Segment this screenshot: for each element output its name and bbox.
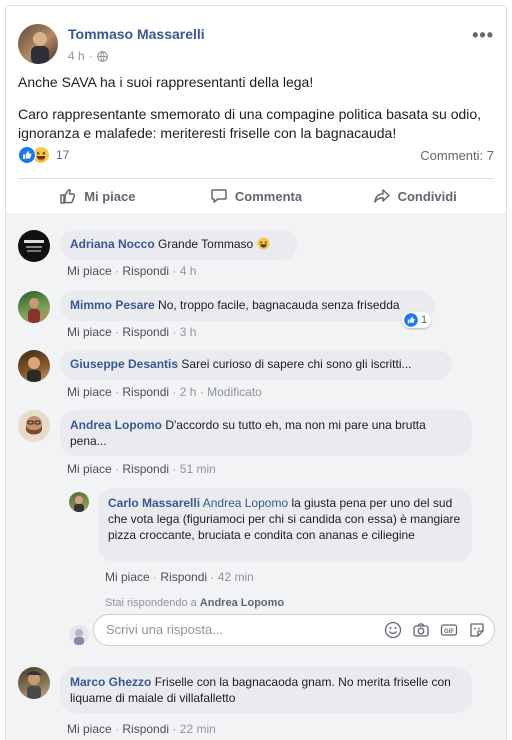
reply-bubble: Carlo Massarelli Andrea Lopomo la giusta…	[98, 488, 472, 562]
comment-meta: Mi piace · Rispondi · 2 h · Modificato	[67, 385, 262, 399]
comment-meta: Mi piace · Rispondi · 51 min	[67, 462, 216, 476]
post-text-line1: Anche SAVA ha i suoi rappresentanti dell…	[18, 74, 314, 90]
input-toolbar: GIF	[384, 621, 486, 639]
commenter-avatar[interactable]	[18, 230, 50, 262]
person-icon	[28, 298, 40, 323]
comments-section: Adriana Nocco Grande Tommaso Mi piace · …	[6, 213, 506, 740]
commenter-name[interactable]: Adriana Nocco	[70, 237, 155, 251]
comment-bubble: Mimmo Pesare No, troppo facile, bagnacau…	[60, 291, 435, 321]
comment-like-link[interactable]: Mi piace	[67, 462, 112, 476]
like-reaction-icon	[18, 146, 36, 164]
reply-reply-link[interactable]: Rispondi	[160, 570, 207, 584]
reply-like-link[interactable]: Mi piace	[105, 570, 150, 584]
comment-meta: Mi piace · Rispondi · 22 min	[67, 722, 216, 736]
comment-meta: Mi piace · Rispondi · 3 h	[67, 325, 197, 339]
comment-reply-link[interactable]: Rispondi	[122, 385, 169, 399]
comment-like-count: 1	[421, 314, 428, 326]
author-avatar[interactable]	[18, 24, 58, 64]
gif-icon[interactable]: GIF	[440, 621, 458, 639]
comment-meta: Mi piace · Rispondi · 4 h	[67, 264, 197, 278]
reaction-count: 17	[56, 148, 70, 162]
sticker-icon[interactable]	[468, 621, 486, 639]
comment-like-link[interactable]: Mi piace	[67, 264, 112, 278]
comment-time[interactable]: 51 min	[180, 462, 216, 476]
reply-time[interactable]: 42 min	[218, 570, 254, 584]
comment-time[interactable]: 4 h	[180, 264, 197, 278]
replying-to-notice: Stai rispondendo a Andrea Lopomo	[105, 597, 285, 609]
post-author[interactable]: Tommaso Massarelli	[68, 26, 205, 42]
replier-name[interactable]: Carlo Massarelli	[108, 496, 200, 510]
commenter-name[interactable]: Marco Ghezzo	[70, 675, 151, 689]
comment-time[interactable]: 3 h	[180, 325, 197, 339]
emoji-icon[interactable]	[384, 621, 402, 639]
reply-input-box[interactable]: GIF	[93, 614, 495, 646]
commenter-avatar[interactable]	[18, 667, 50, 699]
comment-icon	[211, 189, 227, 203]
camera-icon[interactable]	[412, 621, 430, 639]
comment-reaction-badge[interactable]: 1	[402, 312, 432, 328]
comment-bubble: Adriana Nocco Grande Tommaso	[60, 230, 297, 260]
comment-reply-link[interactable]: Rispondi	[122, 722, 169, 736]
laughing-emoji-icon	[257, 237, 270, 250]
post-meta: 4 h ·	[68, 49, 108, 63]
logo-icon	[24, 240, 44, 252]
commenter-name[interactable]: Mimmo Pesare	[70, 298, 155, 312]
comment-time[interactable]: 22 min	[180, 722, 216, 736]
comment-reply-link[interactable]: Rispondi	[122, 264, 169, 278]
commenter-name[interactable]: Andrea Lopomo	[70, 418, 162, 432]
reply-meta: Mi piace · Rispondi · 42 min	[105, 570, 254, 584]
comment-bubble: Andrea Lopomo D'accordo su tutto eh, ma …	[60, 410, 472, 456]
like-reaction-icon	[404, 313, 418, 327]
person-icon	[74, 496, 84, 512]
share-button[interactable]: Condividi	[335, 179, 494, 213]
svg-text:GIF: GIF	[444, 629, 454, 635]
comment-like-link[interactable]: Mi piace	[67, 722, 112, 736]
commenter-avatar[interactable]	[18, 410, 50, 442]
like-button-label: Mi piace	[84, 188, 136, 204]
person-icon	[74, 629, 84, 645]
thumbs-up-icon	[60, 188, 76, 204]
like-button[interactable]: Mi piace	[18, 179, 177, 213]
post-card: Tommaso Massarelli 4 h · ••• Anche SAVA …	[5, 5, 507, 740]
reply-input[interactable]	[104, 621, 368, 638]
globe-icon	[96, 50, 108, 62]
reactions-summary[interactable]: 17	[18, 146, 69, 164]
comment-reply-link[interactable]: Rispondi	[122, 325, 169, 339]
post-time[interactable]: 4 h	[68, 49, 85, 63]
share-button-label: Condividi	[397, 188, 457, 204]
comment-like-link[interactable]: Mi piace	[67, 325, 112, 339]
action-bar: Mi piace Commenta Condividi	[18, 179, 494, 213]
person-icon	[26, 416, 42, 435]
comment-button-label: Commenta	[234, 188, 303, 204]
more-options-button[interactable]: •••	[472, 25, 494, 46]
person-icon	[27, 357, 41, 382]
current-user-avatar	[69, 625, 89, 645]
comment-button[interactable]: Commenta	[177, 179, 336, 213]
comments-count-link[interactable]: Commenti: 7	[420, 148, 494, 163]
commenter-name[interactable]: Giuseppe Desantis	[70, 357, 178, 371]
person-icon	[27, 671, 41, 699]
commenter-avatar[interactable]	[18, 350, 50, 382]
comment-time[interactable]: 2 h	[180, 385, 197, 399]
edited-label[interactable]: Modificato	[207, 385, 262, 399]
comment-like-link[interactable]: Mi piace	[67, 385, 112, 399]
comment-bubble: Marco Ghezzo Friselle con la bagnacaoda …	[60, 667, 472, 713]
replier-avatar[interactable]	[69, 492, 89, 512]
comment-text: Sarei curioso di sapere chi sono gli isc…	[181, 357, 412, 371]
person-icon	[31, 32, 49, 64]
comment-text: Grande Tommaso	[158, 237, 254, 251]
commenter-avatar[interactable]	[18, 291, 50, 323]
mention-link[interactable]: Andrea Lopomo	[203, 496, 288, 510]
comment-text: No, troppo facile, bagnacauda senza fris…	[158, 298, 400, 312]
comment-reply-link[interactable]: Rispondi	[122, 462, 169, 476]
comment-bubble: Giuseppe Desantis Sarei curioso di saper…	[60, 350, 452, 380]
replying-to-name[interactable]: Andrea Lopomo	[200, 597, 284, 609]
post-text-line2: Caro rappresentante smemorato di una com…	[18, 106, 482, 141]
share-icon	[373, 189, 390, 203]
